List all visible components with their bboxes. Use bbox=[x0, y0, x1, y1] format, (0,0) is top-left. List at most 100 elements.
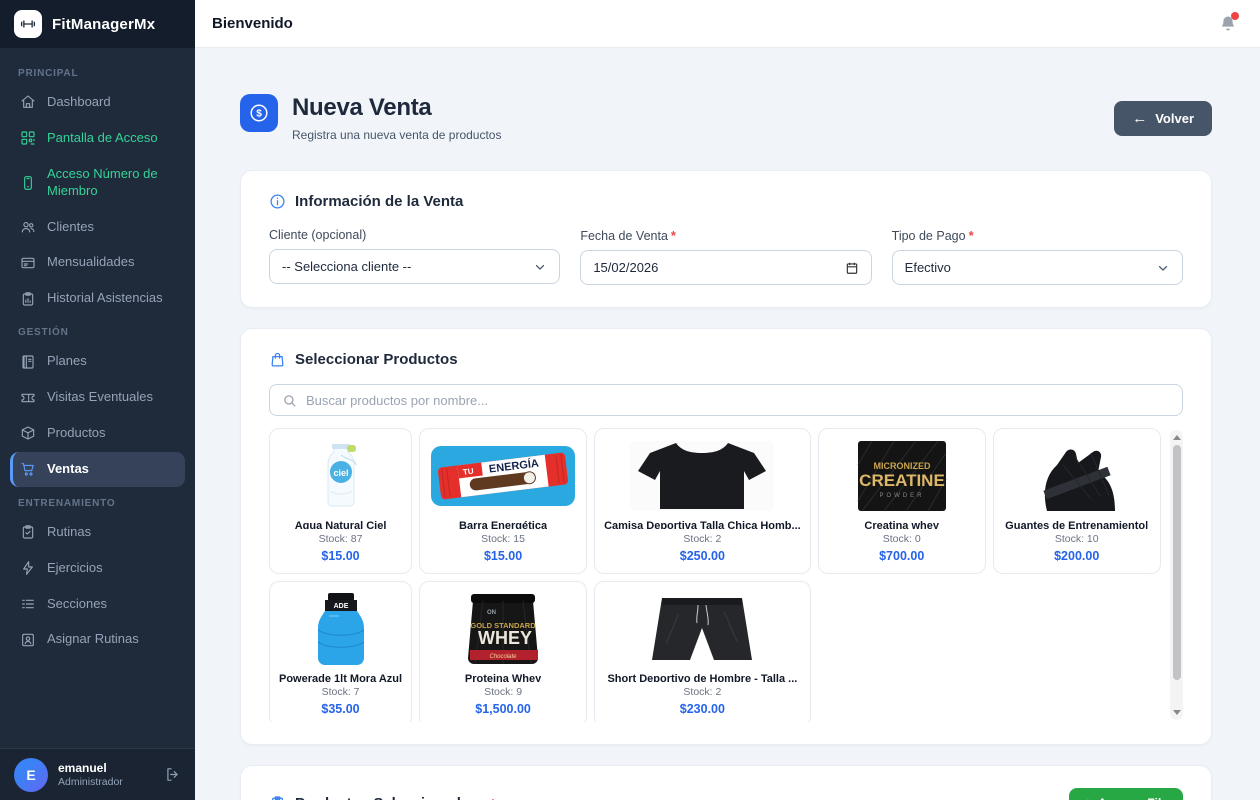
product-price: $35.00 bbox=[321, 702, 359, 716]
scrollbar-up-arrow-icon[interactable] bbox=[1173, 435, 1181, 440]
sidebar-item-label: Planes bbox=[47, 353, 87, 370]
notification-dot bbox=[1231, 12, 1239, 20]
sidebar-item-label: Ventas bbox=[47, 461, 89, 478]
sidebar-item-ventas[interactable]: Ventas bbox=[10, 452, 185, 487]
page-title: Nueva Venta bbox=[292, 94, 501, 122]
product-stock: Stock: 2 bbox=[683, 533, 721, 545]
ticket-icon bbox=[20, 390, 36, 406]
sale-info-card: Información de la Venta Cliente (opciona… bbox=[240, 170, 1212, 308]
svg-text:WHEY: WHEY bbox=[478, 628, 532, 648]
product-price: $250.00 bbox=[680, 549, 725, 563]
sale-date-input[interactable]: 15/02/2026 bbox=[580, 250, 871, 285]
product-price: $15.00 bbox=[321, 549, 359, 563]
sidebar-item-visitas-eventuales[interactable]: Visitas Eventuales bbox=[10, 380, 185, 415]
arrow-left-icon: ← bbox=[1132, 111, 1147, 126]
product-card[interactable]: TUENERGÍABarra EnergéticaStock: 15$15.00 bbox=[419, 428, 587, 574]
products-scrollbar[interactable] bbox=[1170, 430, 1183, 720]
plus-icon: + bbox=[1084, 796, 1092, 800]
user-name: emanuel bbox=[58, 761, 123, 775]
client-select[interactable]: -- Selecciona cliente -- bbox=[269, 249, 560, 284]
users-icon bbox=[20, 219, 36, 235]
sidebar-item-secciones[interactable]: Secciones bbox=[10, 587, 185, 622]
products-scroll-area: ciel Agua Natural Ciel Stock: 87 $15.00 TUEN… bbox=[269, 428, 1183, 722]
client-select-value: -- Selecciona cliente -- bbox=[282, 259, 411, 274]
product-card[interactable]: Guantes de Entrenamiento|Stock: 10$200.0… bbox=[993, 428, 1161, 574]
usercard-icon bbox=[20, 632, 36, 648]
svg-text:$: $ bbox=[256, 109, 262, 120]
svg-text:ON: ON bbox=[487, 610, 496, 616]
qr-icon bbox=[20, 130, 36, 146]
sidebar-item-rutinas[interactable]: Rutinas bbox=[10, 515, 185, 550]
sidebar-item-mensualidades[interactable]: Mensualidades bbox=[10, 245, 185, 280]
cart-icon bbox=[20, 461, 36, 477]
box-icon bbox=[20, 425, 36, 441]
product-stock: Stock: 87 bbox=[319, 533, 363, 545]
product-image-water: ciel bbox=[279, 439, 402, 513]
product-card[interactable]: ONGOLD STANDARDWHEYChocolateProteina Whe… bbox=[419, 581, 587, 722]
product-price: $700.00 bbox=[879, 549, 924, 563]
dumbbell-logo-icon bbox=[14, 10, 42, 38]
sidebar-item-label: Rutinas bbox=[47, 524, 91, 541]
scrollbar-thumb[interactable] bbox=[1173, 445, 1181, 680]
content: $ Nueva Venta Registra una nueva venta d… bbox=[195, 48, 1260, 800]
bolt-icon bbox=[20, 560, 36, 576]
history-icon bbox=[20, 291, 36, 307]
add-row-button[interactable]: + Agregar Fila bbox=[1069, 788, 1183, 800]
page-head: $ Nueva Venta Registra una nueva venta d… bbox=[240, 94, 1212, 142]
chevron-down-icon bbox=[533, 260, 547, 274]
sidebar-item-ejercicios[interactable]: Ejercicios bbox=[10, 551, 185, 586]
required-marker: * bbox=[969, 228, 974, 243]
sale-date-value: 15/02/2026 bbox=[593, 260, 658, 275]
sidebar-item-productos[interactable]: Productos bbox=[10, 416, 185, 451]
product-picker-title: Seleccionar Productos bbox=[295, 351, 458, 368]
back-button[interactable]: ← Volver bbox=[1114, 101, 1212, 136]
product-card[interactable]: Camisa Deportiva Talla Chica Homb... Stoc… bbox=[594, 428, 811, 574]
products-grid: ciel Agua Natural Ciel Stock: 87 $15.00 TUEN… bbox=[269, 428, 1159, 722]
product-card[interactable]: MICRONIZEDCREATINEPOWDERCreatina wheySto… bbox=[818, 428, 986, 574]
dollar-icon: $ bbox=[240, 94, 278, 132]
notifications-bell-icon[interactable] bbox=[1218, 14, 1238, 34]
product-price: $1,500.00 bbox=[475, 702, 531, 716]
sidebar-section-label: ENTRENAMIENTO bbox=[10, 488, 185, 514]
sidebar-section-label: GESTIÓN bbox=[10, 317, 185, 343]
product-stock: Stock: 7 bbox=[322, 686, 360, 698]
svg-text:Chocolate: Chocolate bbox=[490, 654, 518, 660]
app-root: FitManagerMx PRINCIPALDashboardPantalla … bbox=[0, 0, 1260, 800]
product-image-shirt bbox=[604, 439, 801, 513]
product-image-shorts bbox=[604, 592, 801, 666]
logout-icon[interactable] bbox=[164, 766, 181, 783]
product-name: Agua Natural Ciel bbox=[295, 520, 387, 529]
sidebar-item-clientes[interactable]: Clientes bbox=[10, 210, 185, 245]
sidebar-item-label: Visitas Eventuales bbox=[47, 389, 153, 406]
product-name: Camisa Deportiva Talla Chica Homb... bbox=[604, 520, 801, 529]
scrollbar-down-arrow-icon[interactable] bbox=[1173, 710, 1181, 715]
svg-text:MICRONIZED: MICRONIZED bbox=[873, 461, 930, 471]
sidebar-item-label: Historial Asistencias bbox=[47, 290, 163, 307]
sidebar-item-label: Productos bbox=[47, 425, 106, 442]
card-icon bbox=[20, 255, 36, 271]
product-name: Guantes de Entrenamiento| bbox=[1005, 520, 1148, 529]
product-card[interactable]: ciel Agua Natural Ciel Stock: 87 $15.00 bbox=[269, 428, 412, 574]
payment-type-select[interactable]: Efectivo bbox=[892, 250, 1183, 285]
payment-label: Tipo de Pago* bbox=[892, 228, 1183, 243]
sidebar-item-planes[interactable]: Planes bbox=[10, 344, 185, 379]
book-icon bbox=[20, 354, 36, 370]
phone-icon bbox=[20, 175, 36, 191]
sidebar-item-asignar-rutinas[interactable]: Asignar Rutinas bbox=[10, 622, 185, 657]
sidebar-item-dashboard[interactable]: Dashboard bbox=[10, 85, 185, 120]
product-stock: Stock: 9 bbox=[484, 686, 522, 698]
product-card[interactable]: Short Deportivo de Hombre - Talla ...Sto… bbox=[594, 581, 811, 722]
sidebar-item-historial-asistencias[interactable]: Historial Asistencias bbox=[10, 281, 185, 316]
sidebar-item-acceso-numero-de-miembro[interactable]: Acceso Número de Miembro bbox=[10, 157, 185, 209]
required-marker: * bbox=[671, 228, 676, 243]
product-card[interactable]: ADEPowerade 1lt Mora AzulStock: 7$35.00 bbox=[269, 581, 412, 722]
sidebar-item-label: Clientes bbox=[47, 219, 94, 236]
payment-type-value: Efectivo bbox=[905, 260, 951, 275]
sidebar-item-pantalla-de-acceso[interactable]: Pantalla de Acceso bbox=[10, 121, 185, 156]
product-image-gloves bbox=[1003, 439, 1151, 513]
clipboard-icon bbox=[269, 795, 286, 800]
chevron-down-icon bbox=[1156, 261, 1170, 275]
add-row-label: Agregar Fila bbox=[1098, 796, 1168, 800]
sidebar-nav: PRINCIPALDashboardPantalla de AccesoAcce… bbox=[0, 48, 195, 748]
product-search-input[interactable] bbox=[306, 393, 1170, 408]
